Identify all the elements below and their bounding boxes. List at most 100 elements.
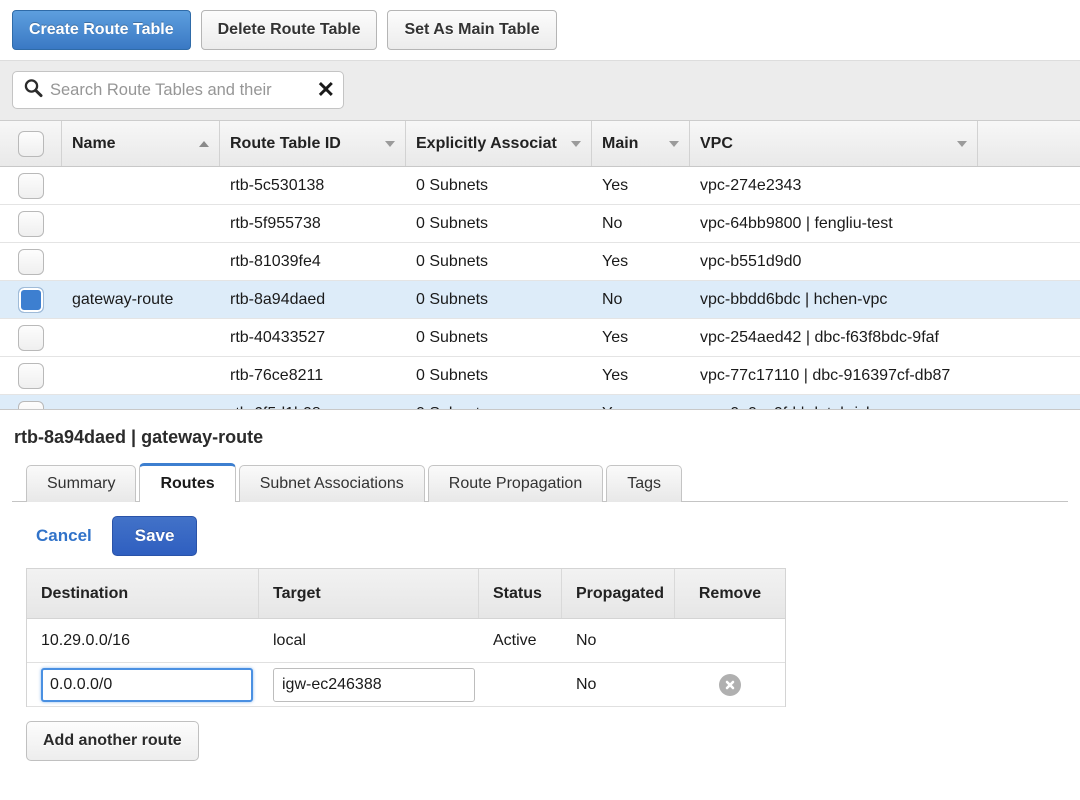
chevron-down-icon[interactable] [385,141,395,147]
route-status [479,663,562,706]
cell-route-table-id: rtb-6f5d1b08 [220,395,406,409]
cell-filler [978,319,1080,356]
column-header-main[interactable]: Main [592,121,690,166]
cell-filler [978,205,1080,242]
routes-column-target: Target [259,569,479,618]
column-header-name[interactable]: Name [62,121,220,166]
tab-routes[interactable]: Routes [139,463,235,503]
table-row[interactable]: rtb-76ce8211 0 Subnets Yes vpc-77c17110 … [0,357,1080,395]
column-header-vpc[interactable]: VPC [690,121,978,166]
cell-name [62,243,220,280]
add-another-route-button[interactable]: Add another route [26,721,199,761]
save-button[interactable]: Save [112,516,198,556]
route-propagated: No [562,663,675,706]
route-destination-input[interactable] [41,668,253,702]
cell-name [62,357,220,394]
row-select-cell[interactable] [0,281,62,318]
cell-main: Yes [592,243,690,280]
table-row[interactable]: rtb-5f955738 0 Subnets No vpc-64bb9800 |… [0,205,1080,243]
tab-route-propagation[interactable]: Route Propagation [428,465,603,503]
row-checkbox[interactable] [18,363,44,389]
row-select-cell[interactable] [0,357,62,394]
table-row[interactable]: rtb-40433527 0 Subnets Yes vpc-254aed42 … [0,319,1080,357]
route-target: local [259,619,479,662]
routes-table-header: Destination Target Status Propagated Rem… [27,569,785,619]
cell-filler [978,243,1080,280]
cell-route-table-id: rtb-5c530138 [220,167,406,204]
column-header-filler [978,121,1080,166]
action-toolbar: Create Route Table Delete Route Table Se… [0,0,1080,60]
row-select-cell[interactable] [0,205,62,242]
routes-column-remove: Remove [675,569,785,618]
cell-route-table-id: rtb-8a94daed [220,281,406,318]
cell-vpc: vpc-64bb9800 | fengliu-test [690,205,978,242]
routes-column-propagated: Propagated [562,569,675,618]
cell-main: Yes [592,319,690,356]
table-row-selected[interactable]: gateway-route rtb-8a94daed 0 Subnets No … [0,281,1080,319]
cell-name: gateway-route [62,281,220,318]
cell-name [62,205,220,242]
row-checkbox[interactable] [18,325,44,351]
routes-edit-actions: Cancel Save [12,502,1068,568]
route-target-cell[interactable] [259,663,479,706]
row-select-cell[interactable] [0,395,62,409]
cell-main: No [592,205,690,242]
select-all-header-cell[interactable] [0,121,62,166]
tab-summary[interactable]: Summary [26,465,136,503]
set-as-main-table-button[interactable]: Set As Main Table [387,10,556,50]
cell-vpc: vpc-0a0ac0fd | databricks-samse [690,395,978,409]
column-header-explicitly-associated[interactable]: Explicitly Associat [406,121,592,166]
cell-route-table-id: rtb-81039fe4 [220,243,406,280]
route-tables-grid: Name Route Table ID Explicitly Associat … [0,121,1080,413]
table-row[interactable]: rtb-5c530138 0 Subnets Yes vpc-274e2343 [0,167,1080,205]
route-remove-cell [675,619,785,662]
route-status: Active [479,619,562,662]
row-checkbox-checked[interactable] [18,287,44,313]
route-destination-cell[interactable] [27,663,259,706]
grid-header-row: Name Route Table ID Explicitly Associat … [0,121,1080,167]
detail-panel-title: rtb-8a94daed | gateway-route [12,413,1068,460]
cell-filler [978,167,1080,204]
chevron-down-icon[interactable] [571,141,581,147]
remove-route-icon[interactable] [719,674,741,696]
create-route-table-button[interactable]: Create Route Table [12,10,191,50]
table-row[interactable]: rtb-81039fe4 0 Subnets Yes vpc-b551d9d0 [0,243,1080,281]
row-select-cell[interactable] [0,243,62,280]
cancel-button[interactable]: Cancel [30,522,98,550]
delete-route-table-button[interactable]: Delete Route Table [201,10,378,50]
route-propagated: No [562,619,675,662]
row-select-cell[interactable] [0,319,62,356]
cell-vpc: vpc-b551d9d0 [690,243,978,280]
table-row-partial[interactable]: rtb-6f5d1b08 0 Subnets Yes vpc-0a0ac0fd … [0,395,1080,409]
search-icon [23,78,43,103]
cell-explicitly-associated: 0 Subnets [406,243,592,280]
cell-explicitly-associated: 0 Subnets [406,357,592,394]
detail-tabs: Summary Routes Subnet Associations Route… [12,460,1068,502]
search-input[interactable] [48,80,313,101]
chevron-down-icon[interactable] [957,141,967,147]
cell-filler [978,281,1080,318]
cell-main: Yes [592,357,690,394]
cell-vpc: vpc-254aed42 | dbc-f63f8bdc-9faf [690,319,978,356]
tab-tags[interactable]: Tags [606,465,682,503]
cell-filler [978,357,1080,394]
route-row-editable[interactable]: No [27,663,785,707]
tab-subnet-associations[interactable]: Subnet Associations [239,465,425,503]
route-target-input[interactable] [273,668,475,702]
row-checkbox[interactable] [18,211,44,237]
cell-explicitly-associated: 0 Subnets [406,281,592,318]
route-remove-cell[interactable] [675,663,785,706]
cell-explicitly-associated: 0 Subnets [406,205,592,242]
row-select-cell[interactable] [0,167,62,204]
cell-main: Yes [592,395,690,409]
search-box[interactable]: ✕ [12,71,344,109]
row-checkbox[interactable] [18,173,44,199]
detail-panel: rtb-8a94daed | gateway-route Summary Rou… [0,413,1080,761]
clear-search-icon[interactable]: ✕ [315,79,335,101]
row-checkbox[interactable] [18,249,44,275]
select-all-checkbox[interactable] [18,131,44,157]
column-header-route-table-id[interactable]: Route Table ID [220,121,406,166]
row-checkbox[interactable] [18,401,44,409]
sort-ascending-icon[interactable] [199,141,209,147]
chevron-down-icon[interactable] [669,141,679,147]
